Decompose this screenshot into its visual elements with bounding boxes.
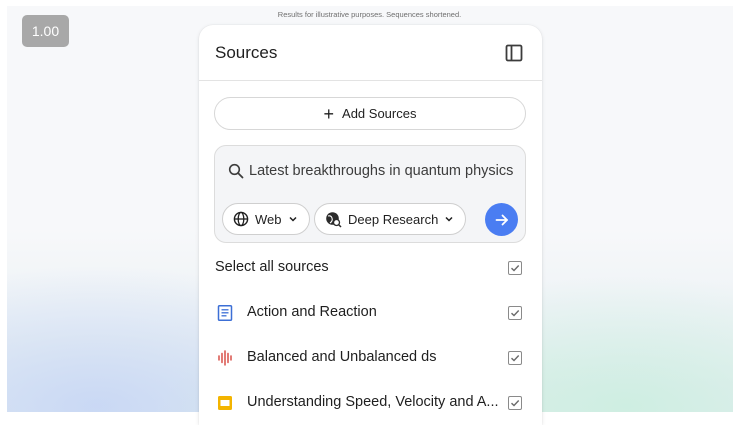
source-label: Action and Reaction	[247, 304, 377, 320]
source-label: Understanding Speed, Velocity and A...	[247, 394, 499, 410]
document-icon	[217, 305, 233, 321]
research-globe-icon	[326, 211, 342, 228]
globe-icon	[233, 211, 249, 227]
source-label: Balanced and Unbalanced ds	[247, 349, 437, 365]
checkmark-icon	[511, 400, 520, 407]
chevron-down-icon	[445, 216, 453, 222]
source-checkbox[interactable]	[508, 306, 522, 320]
source-checkbox[interactable]	[508, 396, 522, 410]
source-row[interactable]: Balanced and Unbalanced ds	[199, 338, 542, 378]
zoom-level-badge: 1.00	[22, 15, 69, 47]
add-sources-button[interactable]: + Add Sources	[214, 97, 526, 130]
source-row[interactable]: Action and Reaction	[199, 293, 542, 333]
search-icon	[228, 163, 244, 179]
deep-research-label: Deep Research	[348, 211, 439, 227]
plus-icon: +	[323, 103, 335, 124]
arrow-right-icon	[495, 214, 508, 225]
panel-header: Sources	[199, 25, 542, 81]
query-input[interactable]: Latest breakthroughs in quantum physics	[249, 163, 513, 179]
web-chip-label: Web	[255, 211, 282, 227]
audio-waveform-icon	[218, 350, 232, 366]
chevron-down-icon	[288, 216, 297, 222]
web-source-dropdown[interactable]: Web	[222, 203, 310, 235]
source-checkbox[interactable]	[508, 351, 522, 365]
sources-panel: Sources + Add Sources Latest breakthroug…	[199, 25, 542, 425]
add-sources-label: Add Sources	[342, 106, 417, 121]
select-all-checkbox[interactable]	[508, 261, 522, 275]
checkmark-icon	[511, 265, 520, 272]
deep-research-dropdown[interactable]: Deep Research	[314, 203, 466, 235]
source-row[interactable]: Understanding Speed, Velocity and A...	[199, 383, 542, 423]
select-all-row[interactable]: Select all sources	[199, 248, 542, 288]
disclaimer-text: Results for illustrative purposes. Seque…	[277, 10, 462, 19]
query-box: Latest breakthroughs in quantum physics …	[214, 145, 526, 243]
select-all-label: Select all sources	[215, 259, 329, 275]
panel-title: Sources	[215, 43, 278, 62]
checkmark-icon	[511, 355, 520, 362]
slides-icon	[218, 396, 232, 410]
submit-button[interactable]	[485, 203, 518, 236]
side-panel-icon[interactable]	[503, 42, 525, 64]
checkmark-icon	[511, 310, 520, 317]
